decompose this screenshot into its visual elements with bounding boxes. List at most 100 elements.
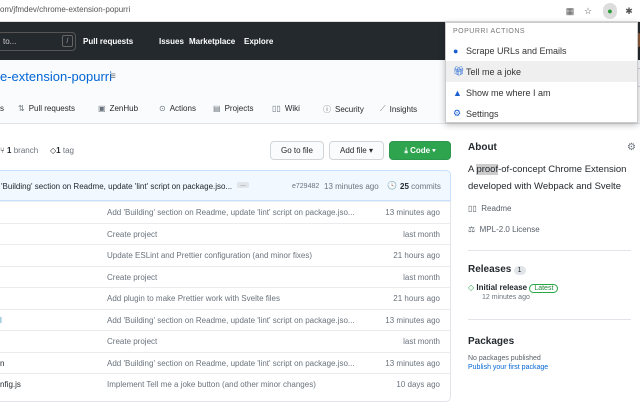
releases-count: 1 bbox=[513, 266, 526, 275]
file-commit-age: last month bbox=[403, 229, 440, 239]
tab-wiki[interactable]: ▯▯ Wiki bbox=[272, 104, 300, 113]
book-icon: ▯▯ bbox=[272, 104, 281, 113]
file-commit-message[interactable]: Update ESLint and Prettier configuration… bbox=[107, 251, 312, 260]
commits-count: 25 bbox=[400, 182, 409, 191]
file-commit-message[interactable]: Implement Tell me a joke button (and oth… bbox=[107, 380, 316, 389]
project-icon: ▤ bbox=[213, 104, 221, 113]
license-label: MPL-2.0 License bbox=[479, 225, 540, 234]
add-file-button[interactable]: Add file ▾ bbox=[329, 141, 384, 160]
play-icon: ⊙ bbox=[159, 104, 166, 113]
release-age: 12 minutes ago bbox=[482, 294, 530, 301]
file-row[interactable]: Add plugin to make Prettier work with Sv… bbox=[0, 287, 450, 309]
file-commit-message[interactable]: Create project bbox=[107, 230, 157, 239]
tag-icon: ◇ bbox=[468, 283, 475, 292]
file-commit-age: 10 days ago bbox=[396, 380, 440, 389]
nav-explore[interactable]: Explore bbox=[244, 37, 273, 46]
file-commit-age: last month bbox=[403, 337, 440, 346]
menu-item-settings[interactable]: ⚙ Settings bbox=[446, 103, 637, 124]
zenhub-icon: ▣ bbox=[98, 104, 106, 113]
file-row[interactable]: Update ESLint and Prettier configuration… bbox=[0, 244, 450, 266]
tab-code[interactable]: s bbox=[0, 104, 4, 113]
tab-label: Wiki bbox=[284, 104, 300, 113]
file-commit-message[interactable]: Add 'Building' section on Readme, update… bbox=[107, 316, 355, 325]
file-commit-age: 13 minutes ago bbox=[385, 315, 440, 325]
gift-icon: 🎁︎ bbox=[453, 66, 465, 76]
file-commit-message[interactable]: Create project bbox=[107, 337, 157, 346]
divider bbox=[468, 319, 631, 320]
file-commit-message[interactable]: Create project bbox=[107, 273, 157, 282]
file-name[interactable]: l bbox=[0, 316, 2, 325]
about-heading: About bbox=[468, 142, 497, 153]
qr-code-icon[interactable]: ▦ bbox=[563, 4, 577, 18]
code-button[interactable]: ⤓ Code ▾ bbox=[389, 141, 451, 160]
publish-package-link[interactable]: Publish your first package bbox=[468, 364, 638, 371]
menu-item-label: Scrape URLs and Emails bbox=[466, 45, 567, 56]
commit-sha[interactable]: e729482 bbox=[292, 183, 319, 190]
commits-label: commits bbox=[411, 182, 441, 191]
latest-badge: Latest bbox=[529, 284, 559, 293]
releases-title: Releases bbox=[468, 264, 512, 275]
license-link[interactable]: ⚖ MPL-2.0 License bbox=[468, 225, 638, 234]
tab-actions[interactable]: ⊙ Actions bbox=[159, 104, 196, 113]
file-name[interactable]: nfig.js bbox=[0, 380, 21, 389]
expand-commit-button[interactable]: … bbox=[237, 182, 249, 188]
go-to-file-button[interactable]: Go to file bbox=[270, 141, 324, 160]
tab-label: s bbox=[0, 104, 4, 113]
tags-link[interactable]: ◇1 tag bbox=[50, 146, 74, 155]
menu-item-scrape[interactable]: ● Scrape URLs and Emails bbox=[446, 40, 637, 61]
latest-commit-bar: 'Building' section on Readme, update 'li… bbox=[0, 170, 451, 201]
latest-commit-message[interactable]: 'Building' section on Readme, update 'li… bbox=[1, 182, 232, 191]
file-row[interactable]: l Add 'Building' section on Readme, updat… bbox=[0, 308, 450, 331]
search-shortcut-key: / bbox=[62, 35, 73, 47]
tab-insights[interactable]: ⟋ Insights bbox=[380, 104, 417, 114]
file-row[interactable]: Create project last month bbox=[0, 330, 450, 352]
tab-projects[interactable]: ▤ Projects bbox=[213, 104, 253, 113]
tab-security[interactable]: ⓘ Security bbox=[323, 104, 364, 115]
release-name[interactable]: Initial release bbox=[476, 283, 527, 292]
gear-icon: ⚙ bbox=[453, 108, 462, 118]
book-icon: ▯▯ bbox=[468, 204, 477, 213]
tab-pull-requests[interactable]: ⇅ Pull requests bbox=[18, 104, 75, 113]
file-row[interactable]: Create project last month bbox=[0, 265, 450, 288]
menu-item-joke[interactable]: 🎁︎ Tell me a joke bbox=[446, 61, 637, 82]
branches-link[interactable]: ⑂ 1 branch bbox=[0, 146, 38, 155]
file-commit-message[interactable]: Add 'Building' section on Readme, update… bbox=[107, 208, 355, 217]
popurri-extension-icon[interactable]: ● bbox=[603, 3, 617, 19]
branch-count: 1 bbox=[7, 146, 12, 155]
file-row[interactable]: Add 'Building' section on Readme, update… bbox=[0, 201, 450, 223]
file-name[interactable]: n bbox=[0, 359, 4, 368]
file-commit-age: last month bbox=[403, 272, 440, 282]
releases-heading[interactable]: Releases 1 bbox=[468, 264, 638, 275]
file-commit-message[interactable]: Add plugin to make Prettier work with Sv… bbox=[107, 294, 280, 303]
file-commit-age: 13 minutes ago bbox=[385, 208, 440, 217]
commits-link[interactable]: 25 commits bbox=[400, 182, 441, 191]
file-row[interactable]: nfig.js Implement Tell me a joke button (… bbox=[0, 373, 450, 395]
file-row[interactable]: n Add 'Building' section on Readme, updat… bbox=[0, 351, 450, 374]
tab-zenhub[interactable]: ▣ ZenHub bbox=[98, 104, 138, 113]
about-description: A proof-of-concept Chrome Extension deve… bbox=[468, 161, 638, 195]
gear-icon[interactable]: ⚙ bbox=[627, 142, 636, 153]
nav-pull-requests[interactable]: Pull requests bbox=[83, 37, 133, 46]
extensions-puzzle-icon[interactable]: ✱ bbox=[622, 4, 636, 18]
tab-label: ZenHub bbox=[109, 104, 139, 113]
divider bbox=[468, 250, 631, 251]
tab-label: Security bbox=[335, 105, 364, 114]
address-bar[interactable]: om/jfmdev/chrome-extension-popurri bbox=[0, 5, 130, 14]
file-commit-message[interactable]: Add 'Building' section on Readme, update… bbox=[107, 359, 355, 368]
release-item[interactable]: ◇ Initial release Latest bbox=[468, 283, 638, 293]
shield-icon: ⓘ bbox=[323, 105, 331, 114]
file-commit-age: 21 hours ago bbox=[393, 294, 440, 303]
repo-name-link[interactable]: e-extension-popurri bbox=[0, 69, 112, 84]
no-packages-text: No packages published bbox=[468, 355, 541, 362]
readme-link[interactable]: ▯▯ Readme bbox=[468, 204, 638, 213]
graph-icon: ⟋ bbox=[380, 104, 386, 113]
star-icon[interactable]: ☆ bbox=[581, 4, 595, 18]
pull-request-icon: ⇅ bbox=[18, 104, 25, 113]
menu-item-location[interactable]: ▲ Show me where I am bbox=[446, 82, 637, 103]
file-row[interactable]: Create project last month bbox=[0, 222, 450, 245]
tab-label: Insights bbox=[389, 104, 418, 114]
mouse-icon: ● bbox=[453, 45, 459, 56]
nav-marketplace[interactable]: Marketplace bbox=[189, 37, 235, 46]
nav-issues[interactable]: Issues bbox=[159, 37, 184, 46]
packages-heading[interactable]: Packages bbox=[468, 336, 638, 347]
